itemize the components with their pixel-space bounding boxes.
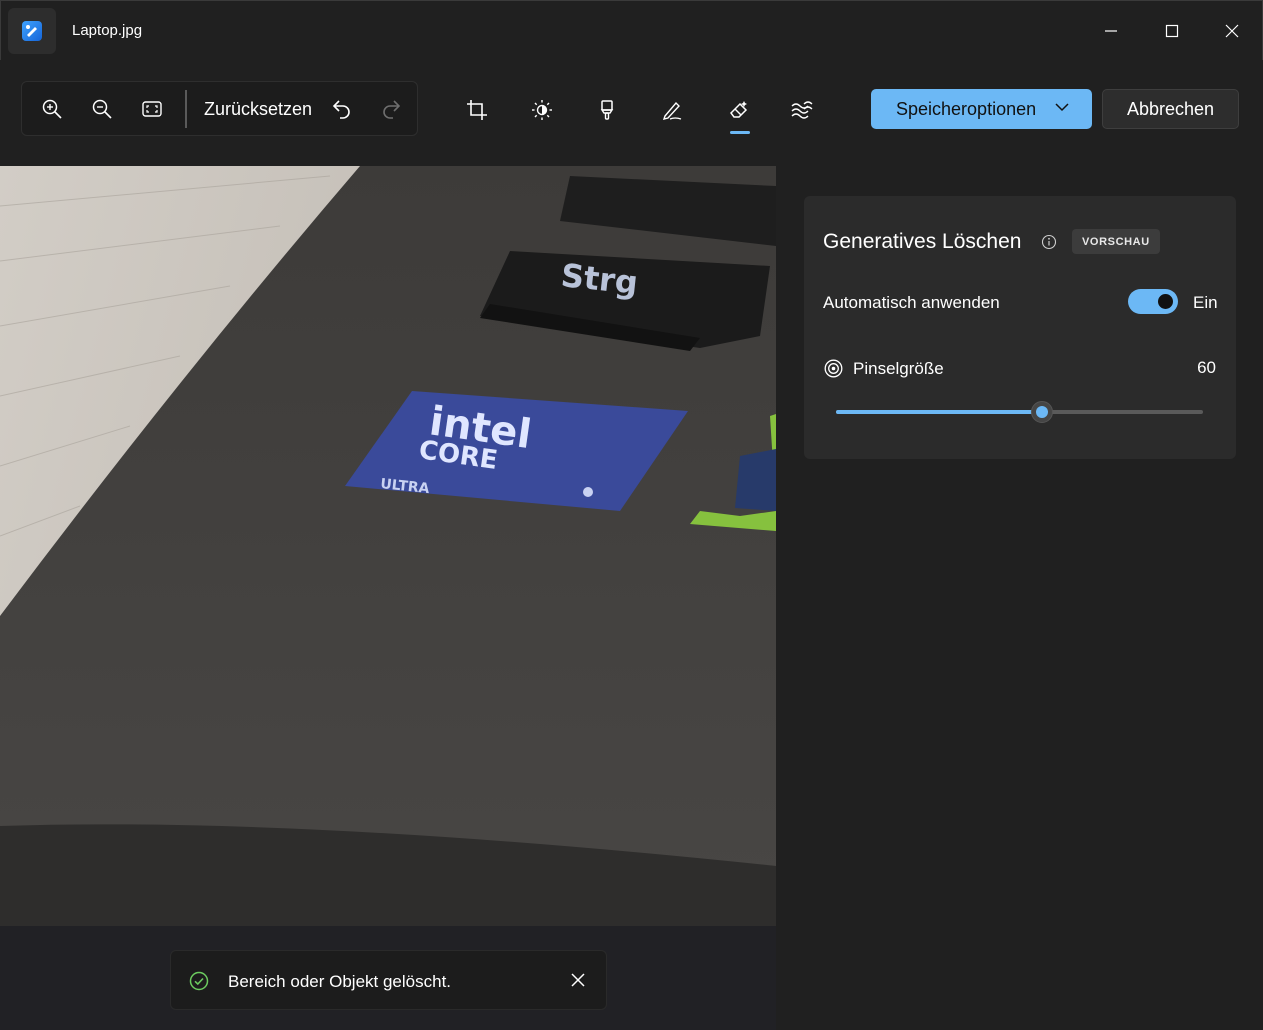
key-label: Strg: [559, 256, 640, 302]
photo-canvas[interactable]: Strg intel CORE ULTRA: [0, 166, 776, 1030]
close-icon[interactable]: [568, 970, 588, 990]
maximize-button[interactable]: [1154, 13, 1190, 49]
toolbar-divider: [185, 90, 187, 128]
brush-size-slider[interactable]: [836, 401, 1203, 423]
slider-fill: [836, 410, 1042, 414]
photos-logo-icon: [22, 21, 42, 41]
toolbar: Zurücksetzen Speicheroptionen Abbrechen: [0, 60, 1263, 166]
app-icon[interactable]: [8, 8, 56, 54]
info-icon[interactable]: [1041, 234, 1057, 250]
filter-tool-button[interactable]: [590, 93, 624, 127]
maximize-icon: [1165, 24, 1179, 38]
toast-notification: Bereich oder Objekt gelöscht.: [170, 950, 607, 1010]
save-options-button[interactable]: Speicheroptionen: [871, 89, 1092, 129]
active-tool-indicator: [730, 131, 750, 134]
crop-icon: [467, 100, 487, 120]
markup-tool-button[interactable]: [655, 93, 689, 127]
zoom-in-button[interactable]: [36, 93, 68, 125]
close-icon: [1225, 24, 1239, 38]
chevron-down-icon: [1055, 103, 1069, 112]
reset-button[interactable]: Zurücksetzen: [204, 99, 312, 120]
erase-tool-button[interactable]: [722, 93, 756, 127]
window-title: Laptop.jpg: [72, 22, 143, 39]
background-tool-button[interactable]: [785, 93, 819, 127]
save-options-label: Speicheroptionen: [896, 98, 1037, 119]
crop-tool-button[interactable]: [460, 93, 494, 127]
cancel-button[interactable]: Abbrechen: [1102, 89, 1239, 129]
toast-message: Bereich oder Objekt gelöscht.: [228, 972, 452, 991]
success-check-icon: [189, 971, 209, 991]
close-window-button[interactable]: [1214, 13, 1250, 49]
zoom-out-button[interactable]: [86, 93, 118, 125]
brush-size-icon: [824, 359, 843, 378]
minimize-button[interactable]: [1093, 13, 1129, 49]
preview-badge: VORSCHAU: [1072, 229, 1160, 254]
redo-button[interactable]: [375, 93, 407, 125]
filter-icon: [600, 100, 614, 120]
fit-to-window-icon: [142, 101, 162, 117]
zoom-out-icon: [92, 99, 112, 119]
auto-apply-state: Ein: [1193, 293, 1218, 312]
title-bar: Laptop.jpg: [0, 0, 1263, 60]
background-blur-icon: [791, 101, 813, 119]
markup-pen-icon: [662, 101, 682, 120]
brush-size-value: 60: [1197, 358, 1216, 377]
minimize-icon: [1105, 30, 1117, 32]
erase-icon: [730, 101, 748, 118]
fit-to-window-button[interactable]: [136, 93, 168, 125]
generative-erase-card: Generatives Löschen VORSCHAU Automatisch…: [804, 196, 1236, 459]
undo-icon: [332, 100, 350, 119]
adjust-brightness-icon: [532, 100, 552, 120]
zoom-in-icon: [42, 99, 62, 119]
redo-icon: [383, 100, 401, 119]
adjust-tool-button[interactable]: [525, 93, 559, 127]
laptop-photo: Strg intel CORE ULTRA: [0, 166, 776, 1030]
auto-apply-label: Automatisch anwenden: [823, 293, 1000, 312]
brush-size-label: Pinselgröße: [853, 359, 944, 378]
panel-title: Generatives Löschen: [823, 230, 1022, 253]
toggle-knob: [1158, 294, 1173, 309]
undo-button[interactable]: [326, 93, 358, 125]
auto-apply-toggle[interactable]: [1128, 289, 1178, 314]
slider-thumb[interactable]: [1030, 401, 1053, 423]
